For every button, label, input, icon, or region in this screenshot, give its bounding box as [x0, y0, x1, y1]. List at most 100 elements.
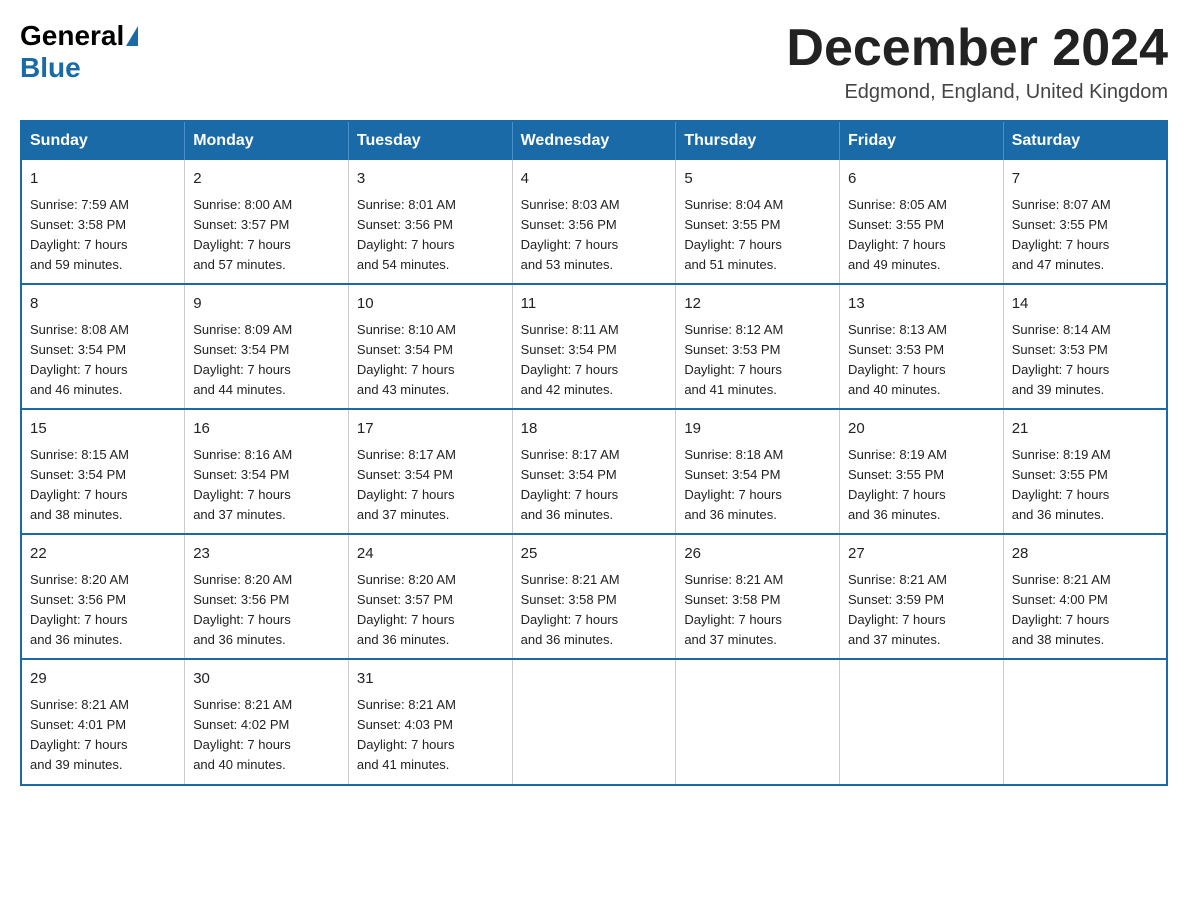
- calendar-week-row: 8Sunrise: 8:08 AM Sunset: 3:54 PM Daylig…: [21, 284, 1167, 409]
- page-header: General Blue December 2024 Edgmond, Engl…: [20, 20, 1168, 104]
- calendar-cell: [1003, 659, 1167, 784]
- day-info: Sunrise: 8:19 AM Sunset: 3:55 PM Dayligh…: [848, 445, 995, 526]
- day-number: 6: [848, 168, 995, 191]
- calendar-cell: 18 Sunrise: 8:17 AM Sunset: 3:54 PM Dayli…: [512, 409, 676, 534]
- calendar-cell: 14Sunrise: 8:14 AM Sunset: 3:53 PM Dayli…: [1003, 284, 1167, 409]
- day-number: 25: [521, 543, 668, 566]
- logo-triangle-icon: [126, 26, 138, 46]
- day-number: 10: [357, 293, 504, 316]
- day-info: Sunrise: 8:09 AM Sunset: 3:54 PM Dayligh…: [193, 320, 340, 401]
- day-info: Sunrise: 8:14 AM Sunset: 3:53 PM Dayligh…: [1012, 320, 1158, 401]
- day-info: Sunrise: 8:03 AM Sunset: 3:56 PM Dayligh…: [521, 195, 668, 276]
- day-info: Sunrise: 8:21 AM Sunset: 3:58 PM Dayligh…: [684, 570, 831, 651]
- calendar-cell: 8Sunrise: 8:08 AM Sunset: 3:54 PM Daylig…: [21, 284, 185, 409]
- calendar-cell: 28 Sunrise: 8:21 AM Sunset: 4:00 PM Dayli…: [1003, 534, 1167, 659]
- day-number: 27: [848, 543, 995, 566]
- weekday-header-sunday: Sunday: [21, 121, 185, 160]
- day-info: Sunrise: 8:21 AM Sunset: 3:58 PM Dayligh…: [521, 570, 668, 651]
- day-info: Sunrise: 8:10 AM Sunset: 3:54 PM Dayligh…: [357, 320, 504, 401]
- day-number: 4: [521, 168, 668, 191]
- day-info: Sunrise: 8:15 AM Sunset: 3:54 PM Dayligh…: [30, 445, 176, 526]
- day-info: Sunrise: 8:16 AM Sunset: 3:54 PM Dayligh…: [193, 445, 340, 526]
- calendar-cell: 27Sunrise: 8:21 AM Sunset: 3:59 PM Dayli…: [840, 534, 1004, 659]
- calendar-cell: 26 Sunrise: 8:21 AM Sunset: 3:58 PM Dayli…: [676, 534, 840, 659]
- calendar-cell: 6 Sunrise: 8:05 AM Sunset: 3:55 PM Daylig…: [840, 160, 1004, 284]
- day-number: 24: [357, 543, 504, 566]
- day-info: Sunrise: 8:17 AM Sunset: 3:54 PM Dayligh…: [357, 445, 504, 526]
- day-number: 19: [684, 418, 831, 441]
- day-info: Sunrise: 8:20 AM Sunset: 3:56 PM Dayligh…: [193, 570, 340, 651]
- calendar-cell: 7 Sunrise: 8:07 AM Sunset: 3:55 PM Daylig…: [1003, 160, 1167, 284]
- day-number: 12: [684, 293, 831, 316]
- day-info: Sunrise: 8:04 AM Sunset: 3:55 PM Dayligh…: [684, 195, 831, 276]
- weekday-header-thursday: Thursday: [676, 121, 840, 160]
- day-info: Sunrise: 8:21 AM Sunset: 4:03 PM Dayligh…: [357, 695, 504, 776]
- day-info: Sunrise: 8:00 AM Sunset: 3:57 PM Dayligh…: [193, 195, 340, 276]
- logo: General Blue: [20, 20, 138, 84]
- calendar-cell: 1 Sunrise: 7:59 AM Sunset: 3:58 PM Daylig…: [21, 160, 185, 284]
- calendar-cell: 24 Sunrise: 8:20 AM Sunset: 3:57 PM Dayli…: [348, 534, 512, 659]
- calendar-cell: [840, 659, 1004, 784]
- calendar-cell: 11Sunrise: 8:11 AM Sunset: 3:54 PM Dayli…: [512, 284, 676, 409]
- calendar-cell: 19Sunrise: 8:18 AM Sunset: 3:54 PM Dayli…: [676, 409, 840, 534]
- day-info: Sunrise: 8:13 AM Sunset: 3:53 PM Dayligh…: [848, 320, 995, 401]
- calendar-cell: 21Sunrise: 8:19 AM Sunset: 3:55 PM Dayli…: [1003, 409, 1167, 534]
- location-text: Edgmond, England, United Kingdom: [786, 81, 1168, 104]
- day-number: 21: [1012, 418, 1158, 441]
- day-info: Sunrise: 8:17 AM Sunset: 3:54 PM Dayligh…: [521, 445, 668, 526]
- day-info: Sunrise: 8:20 AM Sunset: 3:57 PM Dayligh…: [357, 570, 504, 651]
- calendar-cell: 25 Sunrise: 8:21 AM Sunset: 3:58 PM Dayli…: [512, 534, 676, 659]
- day-number: 18: [521, 418, 668, 441]
- day-number: 2: [193, 168, 340, 191]
- calendar-cell: [512, 659, 676, 784]
- day-number: 26: [684, 543, 831, 566]
- day-number: 3: [357, 168, 504, 191]
- day-info: Sunrise: 8:21 AM Sunset: 4:01 PM Dayligh…: [30, 695, 176, 776]
- day-number: 13: [848, 293, 995, 316]
- logo-blue-text: Blue: [20, 52, 81, 84]
- calendar-cell: 17Sunrise: 8:17 AM Sunset: 3:54 PM Dayli…: [348, 409, 512, 534]
- calendar-cell: 2 Sunrise: 8:00 AM Sunset: 3:57 PM Daylig…: [185, 160, 349, 284]
- calendar-cell: 30 Sunrise: 8:21 AM Sunset: 4:02 PM Dayli…: [185, 659, 349, 784]
- calendar-cell: 10 Sunrise: 8:10 AM Sunset: 3:54 PM Dayli…: [348, 284, 512, 409]
- calendar-cell: 4 Sunrise: 8:03 AM Sunset: 3:56 PM Daylig…: [512, 160, 676, 284]
- logo-general-text: General: [20, 20, 124, 52]
- calendar-cell: 31 Sunrise: 8:21 AM Sunset: 4:03 PM Dayli…: [348, 659, 512, 784]
- day-info: Sunrise: 7:59 AM Sunset: 3:58 PM Dayligh…: [30, 195, 176, 276]
- day-number: 5: [684, 168, 831, 191]
- weekday-header-monday: Monday: [185, 121, 349, 160]
- weekday-header-tuesday: Tuesday: [348, 121, 512, 160]
- calendar-cell: 23Sunrise: 8:20 AM Sunset: 3:56 PM Dayli…: [185, 534, 349, 659]
- calendar-cell: 15Sunrise: 8:15 AM Sunset: 3:54 PM Dayli…: [21, 409, 185, 534]
- day-info: Sunrise: 8:12 AM Sunset: 3:53 PM Dayligh…: [684, 320, 831, 401]
- calendar-cell: 16 Sunrise: 8:16 AM Sunset: 3:54 PM Dayli…: [185, 409, 349, 534]
- weekday-header-saturday: Saturday: [1003, 121, 1167, 160]
- day-info: Sunrise: 8:05 AM Sunset: 3:55 PM Dayligh…: [848, 195, 995, 276]
- calendar-body: 1 Sunrise: 7:59 AM Sunset: 3:58 PM Daylig…: [21, 160, 1167, 784]
- day-number: 31: [357, 668, 504, 691]
- day-info: Sunrise: 8:21 AM Sunset: 4:02 PM Dayligh…: [193, 695, 340, 776]
- day-number: 11: [521, 293, 668, 316]
- calendar-cell: 12 Sunrise: 8:12 AM Sunset: 3:53 PM Dayli…: [676, 284, 840, 409]
- calendar-cell: 9 Sunrise: 8:09 AM Sunset: 3:54 PM Daylig…: [185, 284, 349, 409]
- weekday-header-friday: Friday: [840, 121, 1004, 160]
- calendar-cell: 22Sunrise: 8:20 AM Sunset: 3:56 PM Dayli…: [21, 534, 185, 659]
- calendar-header: SundayMondayTuesdayWednesdayThursdayFrid…: [21, 121, 1167, 160]
- calendar-week-row: 29 Sunrise: 8:21 AM Sunset: 4:01 PM Dayli…: [21, 659, 1167, 784]
- day-number: 9: [193, 293, 340, 316]
- day-number: 1: [30, 168, 176, 191]
- day-number: 28: [1012, 543, 1158, 566]
- day-number: 29: [30, 668, 176, 691]
- day-number: 16: [193, 418, 340, 441]
- day-info: Sunrise: 8:21 AM Sunset: 4:00 PM Dayligh…: [1012, 570, 1158, 651]
- calendar-cell: 5 Sunrise: 8:04 AM Sunset: 3:55 PM Daylig…: [676, 160, 840, 284]
- day-number: 30: [193, 668, 340, 691]
- day-info: Sunrise: 8:01 AM Sunset: 3:56 PM Dayligh…: [357, 195, 504, 276]
- calendar-week-row: 15Sunrise: 8:15 AM Sunset: 3:54 PM Dayli…: [21, 409, 1167, 534]
- calendar-week-row: 1 Sunrise: 7:59 AM Sunset: 3:58 PM Daylig…: [21, 160, 1167, 284]
- weekday-header-row: SundayMondayTuesdayWednesdayThursdayFrid…: [21, 121, 1167, 160]
- day-info: Sunrise: 8:07 AM Sunset: 3:55 PM Dayligh…: [1012, 195, 1158, 276]
- day-info: Sunrise: 8:08 AM Sunset: 3:54 PM Dayligh…: [30, 320, 176, 401]
- day-number: 7: [1012, 168, 1158, 191]
- weekday-header-wednesday: Wednesday: [512, 121, 676, 160]
